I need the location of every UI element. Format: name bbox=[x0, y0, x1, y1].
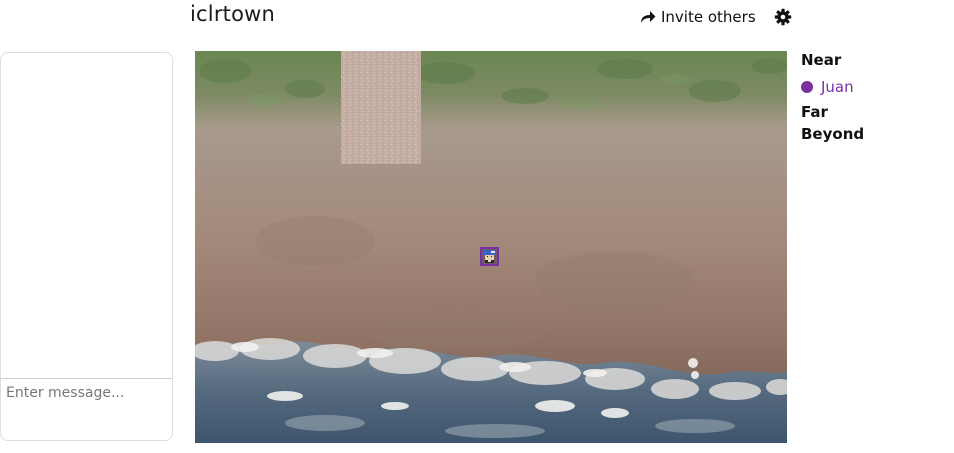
chat-message-log bbox=[1, 53, 172, 378]
near-heading: Near bbox=[801, 51, 842, 69]
share-arrow-icon bbox=[640, 10, 656, 24]
settings-button[interactable] bbox=[774, 8, 792, 26]
invite-others-label: Invite others bbox=[661, 8, 756, 26]
beyond-heading: Beyond bbox=[801, 125, 865, 143]
player-avatar[interactable] bbox=[480, 247, 499, 266]
near-user-name: Juan bbox=[821, 78, 854, 96]
app-title: iclrtown bbox=[190, 2, 276, 26]
chat-panel bbox=[0, 52, 173, 441]
far-heading: Far bbox=[801, 103, 828, 121]
invite-others-button[interactable]: Invite others bbox=[640, 6, 756, 28]
near-user-item[interactable]: Juan bbox=[801, 72, 951, 102]
chat-message-input[interactable] bbox=[1, 379, 172, 439]
game-map[interactable] bbox=[195, 51, 787, 443]
player-avatar-icon bbox=[482, 249, 497, 264]
gear-icon bbox=[774, 8, 792, 26]
proximity-list: Near Juan Far Beyond bbox=[801, 50, 951, 146]
user-status-dot bbox=[801, 81, 813, 93]
